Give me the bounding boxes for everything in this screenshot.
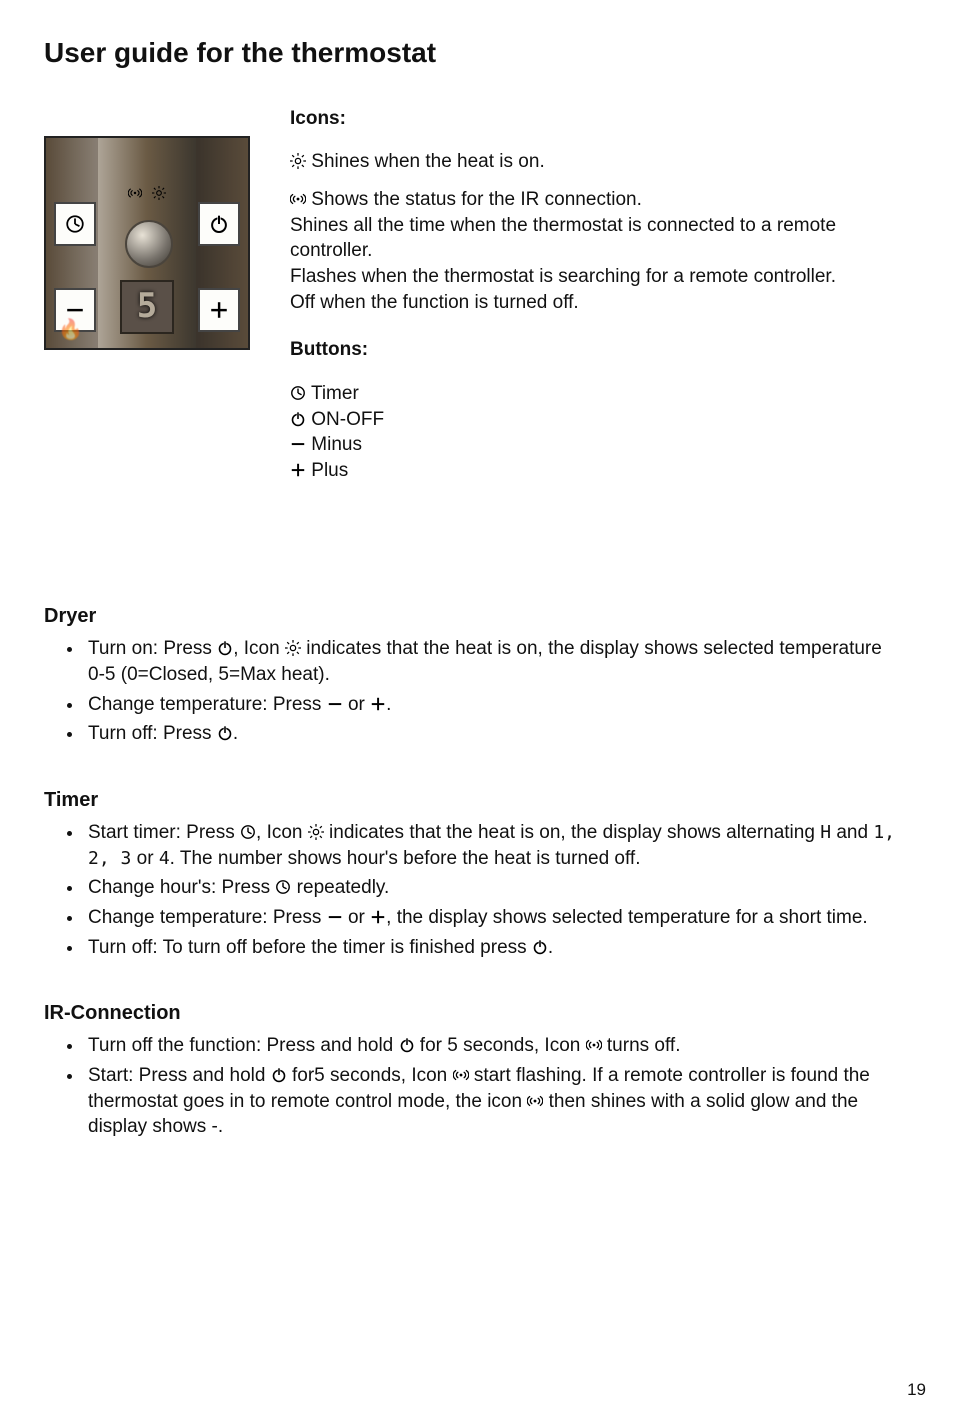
icon-desc-sun: Shines when the heat is on. bbox=[290, 149, 900, 175]
dryer-list: Turn on: Press , Icon indicates that the… bbox=[66, 636, 900, 747]
signal-icon bbox=[586, 1037, 602, 1053]
figure-power-key bbox=[198, 202, 240, 246]
minus-icon bbox=[290, 436, 306, 452]
list-item: Turn on: Press , Icon indicates that the… bbox=[84, 636, 900, 687]
power-icon bbox=[399, 1037, 415, 1053]
dryer-heading: Dryer bbox=[44, 603, 900, 630]
figure-display: 5 bbox=[120, 280, 174, 334]
list-item: Change temperature: Press or , the displ… bbox=[84, 905, 900, 931]
plus-icon bbox=[370, 696, 386, 712]
figure-flame: 🔥 bbox=[58, 317, 83, 344]
clock-icon bbox=[275, 879, 291, 895]
list-item: Start: Press and hold for5 seconds, Icon… bbox=[84, 1063, 900, 1140]
power-icon bbox=[217, 725, 233, 741]
power-icon bbox=[271, 1067, 287, 1083]
timer-list: Start timer: Press , Icon indicates that… bbox=[66, 820, 900, 960]
signal-icon bbox=[527, 1093, 543, 1109]
power-icon bbox=[532, 939, 548, 955]
list-item: Change temperature: Press or . bbox=[84, 692, 900, 718]
plus-icon bbox=[370, 909, 386, 925]
power-icon bbox=[290, 411, 306, 427]
signal-icon bbox=[290, 191, 306, 207]
figure-plus-key bbox=[198, 288, 240, 332]
sun-icon bbox=[290, 153, 306, 169]
minus-icon bbox=[327, 909, 343, 925]
sun-icon bbox=[285, 640, 301, 656]
ir-list: Turn off the function: Press and hold fo… bbox=[66, 1033, 900, 1140]
minus-icon bbox=[327, 696, 343, 712]
icons-heading: Icons: bbox=[290, 106, 900, 132]
power-icon bbox=[217, 640, 233, 656]
list-item: Turn off the function: Press and hold fo… bbox=[84, 1033, 900, 1059]
page-title: User guide for the thermostat bbox=[44, 34, 900, 72]
list-item: Turn off: Press . bbox=[84, 721, 900, 747]
thermostat-figure: 5 🔥 bbox=[44, 136, 250, 350]
signal-icon bbox=[453, 1067, 469, 1083]
list-item: Turn off: To turn off before the timer i… bbox=[84, 935, 900, 961]
ir-heading: IR-Connection bbox=[44, 1000, 900, 1027]
list-item: Start timer: Press , Icon indicates that… bbox=[84, 820, 900, 871]
icon-desc-signal: Shows the status for the IR connection. … bbox=[290, 187, 900, 315]
clock-icon bbox=[290, 385, 306, 401]
buttons-list: Timer ON-OFF Minus Plus bbox=[290, 381, 900, 484]
clock-icon bbox=[240, 824, 256, 840]
figure-led bbox=[125, 220, 173, 268]
sun-icon bbox=[308, 824, 324, 840]
figure-top-icons bbox=[128, 186, 166, 200]
buttons-heading: Buttons: bbox=[290, 337, 900, 363]
plus-icon bbox=[290, 462, 306, 478]
timer-heading: Timer bbox=[44, 787, 900, 814]
list-item: Change hour's: Press repeatedly. bbox=[84, 875, 900, 901]
figure-timer-key bbox=[54, 202, 96, 246]
page-number: 19 bbox=[907, 1379, 926, 1402]
